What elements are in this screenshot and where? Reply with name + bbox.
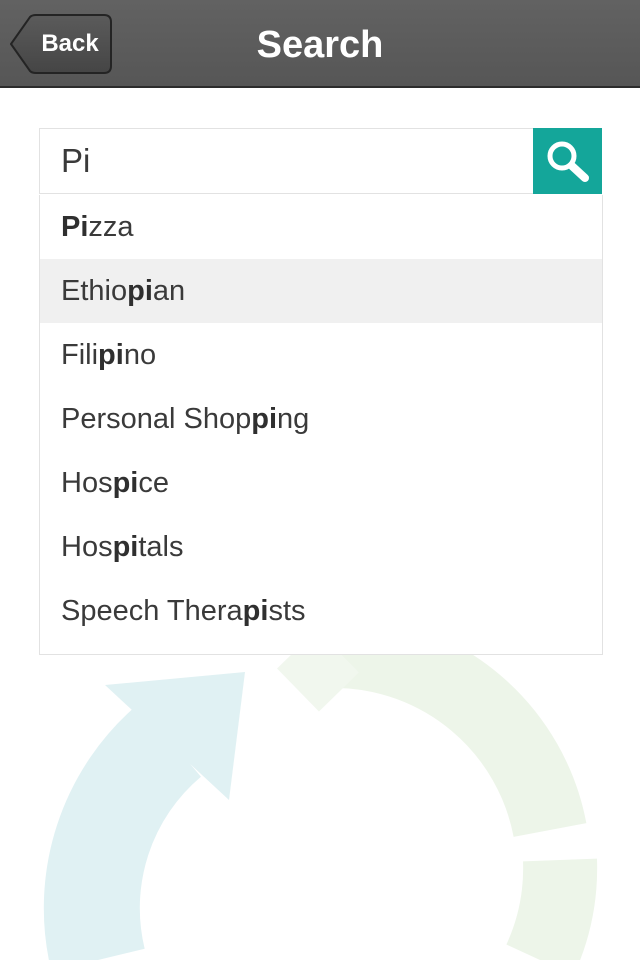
suggestion-item[interactable]: Hospitals: [40, 515, 602, 579]
suggestion-match: pi: [242, 595, 269, 627]
suggestion-match: pi: [251, 403, 278, 435]
suggestion-text: zza: [88, 211, 134, 243]
suggestion-text: ce: [138, 467, 169, 499]
search-bar: [39, 128, 602, 194]
suggestion-text: Fili: [61, 339, 99, 371]
back-button[interactable]: Back: [10, 14, 112, 74]
back-button-label: Back: [41, 30, 99, 57]
suggestion-match: pi: [112, 467, 139, 499]
suggestion-item[interactable]: Pizza: [40, 195, 602, 259]
suggestion-text: no: [123, 339, 157, 371]
suggestion-text: sts: [268, 595, 306, 627]
search-button[interactable]: [533, 128, 602, 194]
suggestion-text: Hos: [61, 467, 113, 499]
suggestion-list: Pizza Ethiopian Filipino Personal Shopping H…: [39, 195, 603, 655]
suggestion-text: Personal Shop: [61, 403, 252, 435]
suggestion-text: Hos: [61, 531, 113, 563]
suggestion-text: ng: [277, 403, 310, 435]
suggestion-match: pi: [127, 275, 153, 307]
magnifier-icon: [547, 141, 589, 182]
suggestion-match: pi: [98, 339, 124, 371]
page-title: Search: [256, 24, 384, 66]
suggestion-item[interactable]: Filipino: [40, 323, 602, 387]
search-input[interactable]: [40, 129, 534, 193]
suggestion-text: Ethio: [61, 275, 128, 307]
suggestion-item[interactable]: Personal Shopping: [40, 387, 602, 451]
suggestion-item[interactable]: Speech Therapists: [40, 579, 602, 643]
suggestion-item[interactable]: Ethiopian: [40, 259, 602, 323]
suggestion-match: Pi: [61, 211, 89, 243]
suggestion-match: pi: [112, 531, 139, 563]
refresh-circle-logo: [43, 640, 598, 960]
suggestion-text: Speech Thera: [61, 595, 243, 627]
suggestion-item[interactable]: Hospice: [40, 451, 602, 515]
suggestion-text: tals: [138, 531, 184, 563]
suggestion-text: an: [152, 275, 186, 307]
navigation-bar: Back Search: [0, 0, 640, 88]
